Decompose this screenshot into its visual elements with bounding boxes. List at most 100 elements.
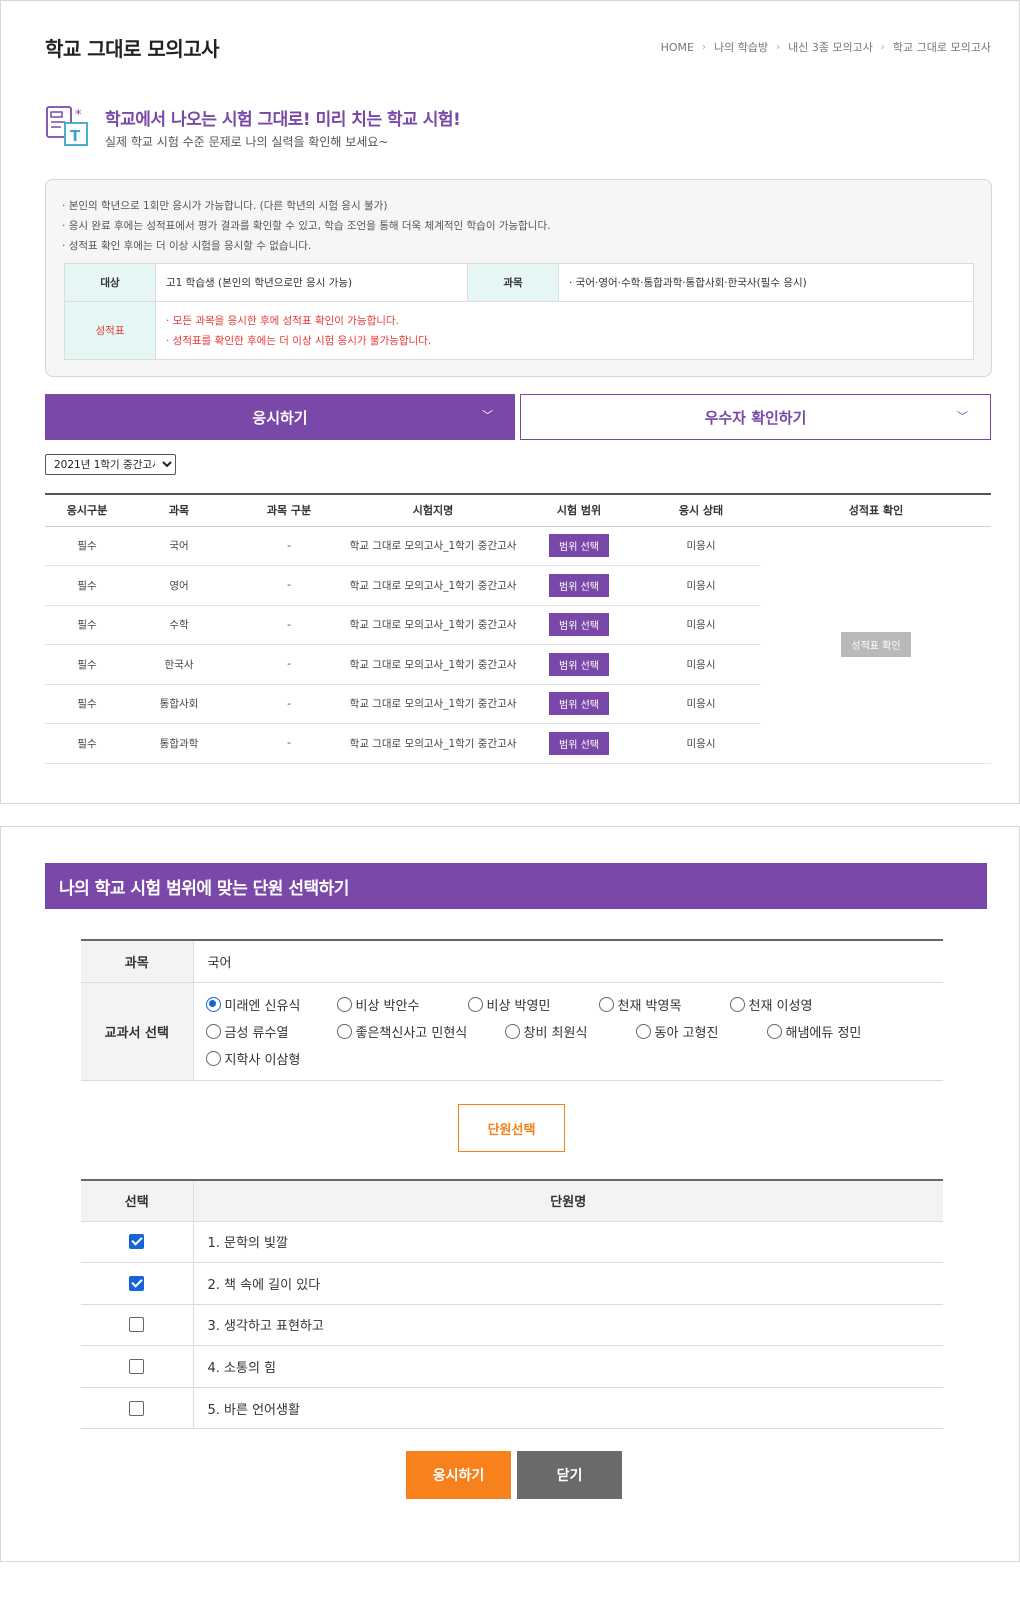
radio-button[interactable] [598,996,614,1012]
tab-winner[interactable]: 우수자 확인하기 ﹀ [520,394,991,440]
row-status: 미응시 [641,723,761,764]
textbook-option[interactable]: 천재 박영목 [598,995,730,1014]
textbook-option[interactable]: 천재 이성영 [729,995,861,1014]
unit-name: 2. 책 속에 길이 있다 [193,1262,943,1305]
row-range-cell: 범위 선택 [517,684,641,724]
unit-checkbox[interactable] [129,1359,145,1375]
radio-button[interactable] [729,996,745,1012]
tab-apply-label: 응시하기 [252,408,308,427]
textbook-options: 미래엔 신유식 비상 박안수 비상 박영민 천재 박영목 천재 이성영 금성 류… [193,982,943,1081]
unit-checkbox[interactable] [129,1234,145,1250]
info-table: 대상 고1 학습생 (본인의 학년으로만 응시 가능) 과목 · 국어·영어·수… [64,263,974,360]
col-category: 과목 구분 [229,493,349,527]
row-subject: 통합과학 [129,723,229,764]
textbook-option[interactable]: 금성 류수열 [205,1022,337,1041]
tab-apply[interactable]: 응시하기 ﹀ [45,394,515,440]
row-category: - [229,605,349,645]
range-select-button[interactable]: 범위 선택 [549,534,609,558]
range-select-button[interactable]: 범위 선택 [549,652,609,676]
textbook-option[interactable]: 해냄에듀 정민 [766,1022,898,1041]
unit-name: 3. 생각하고 표현하고 [193,1304,943,1347]
row-subject: 국어 [129,526,229,566]
textbook-option[interactable]: 미래엔 신유식 [205,995,337,1014]
row-exam-name: 학교 그대로 모의고사_1학기 중간고사 [349,684,517,724]
textbook-option-label: 금성 류수열 [224,1025,289,1041]
textbook-option-label: 비상 박안수 [355,998,420,1014]
notice-item: 응시 완료 후에는 성적표에서 평가 결과를 확인할 수 있고, 학습 조언을 … [62,216,551,236]
unit-checkbox[interactable] [129,1317,145,1333]
notice-list: 본인의 학년으로 1회만 응시가 가능합니다. (다른 학년의 시험 응시 불가… [62,196,551,256]
unit-checkbox[interactable] [129,1400,145,1416]
row-exam-name: 학교 그대로 모의고사_1학기 중간고사 [349,605,517,645]
row-category: - [229,644,349,685]
textbook-option-label: 미래엔 신유식 [224,998,301,1014]
textbook-option-label: 천재 이성영 [748,998,813,1014]
semester-select[interactable]: 2021년 1학기 중간고사 [45,454,176,475]
row-subject: 영어 [129,565,229,606]
radio-button[interactable] [205,1050,221,1066]
unit-select-panel: 나의 학교 시험 범위에 맞는 단원 선택하기 과목 국어 교과서 선택 미래엔… [0,826,1020,1562]
notice-item: 본인의 학년으로 1회만 응시가 가능합니다. (다른 학년의 시험 응시 불가… [62,196,550,216]
radio-button[interactable] [635,1023,651,1039]
report-check-button[interactable]: 성적표 확인 [841,632,911,657]
radio-button[interactable] [205,1023,221,1039]
breadcrumb: HOME › 나의 학습방 › 내신 3종 모의고사 › 학교 그대로 모의고사 [661,39,991,55]
row-category: - [229,526,349,566]
row-type: 필수 [45,684,129,724]
target-label: 대상 [64,263,156,302]
textbook-option-label: 동아 고형진 [654,1025,719,1041]
intro-section: T * 학교에서 나오는 시험 그대로! 미리 치는 학교 시험! 실제 학교 … [45,105,461,151]
report-cell: 성적표 확인 [761,526,991,764]
close-button[interactable]: 닫기 [517,1451,622,1499]
range-select-button[interactable]: 범위 선택 [549,573,609,597]
row-range-cell: 범위 선택 [517,605,641,645]
range-select-button[interactable]: 범위 선택 [549,692,609,716]
textbook-option[interactable]: 좋은책신사고 민현식 [336,1022,505,1041]
table-row: 2. 책 속에 길이 있다 [81,1262,943,1305]
col-unit-name: 단원명 [193,1179,943,1222]
table-row: 1. 문학의 빛깔 [81,1221,943,1264]
tab-winner-label: 우수자 확인하기 [704,408,807,427]
chevron-down-icon: ﹀ [957,410,968,423]
radio-button[interactable] [504,1023,520,1039]
row-exam-name: 학교 그대로 모의고사_1학기 중간고사 [349,565,517,606]
textbook-option[interactable]: 비상 박안수 [336,995,468,1014]
unit-select-cell [81,1221,194,1264]
row-subject: 수학 [129,605,229,645]
unit-select-cell [81,1345,194,1388]
chevron-right-icon: › [880,41,885,53]
chevron-right-icon: › [776,41,781,53]
apply-button[interactable]: 응시하기 [406,1451,511,1499]
unit-checkbox[interactable] [129,1275,145,1291]
radio-button[interactable] [336,996,352,1012]
radio-button[interactable] [336,1023,352,1039]
row-type: 필수 [45,644,129,685]
textbook-label: 교과서 선택 [81,982,194,1081]
breadcrumb-mock-exam[interactable]: 내신 3종 모의고사 [788,39,873,55]
range-select-button[interactable]: 범위 선택 [549,731,609,755]
textbook-option-label: 창비 최원식 [523,1025,588,1041]
unit-select-button[interactable]: 단원선택 [458,1104,565,1152]
textbook-option-label: 천재 박영목 [617,998,682,1014]
exam-table-header: 응시구분 과목 과목 구분 시험지명 시험 범위 응시 상태 성적표 확인 [45,493,991,527]
radio-button[interactable] [766,1023,782,1039]
textbook-option[interactable]: 비상 박영민 [467,995,599,1014]
textbook-option[interactable]: 창비 최원식 [504,1022,636,1041]
unit-panel-title: 나의 학교 시험 범위에 맞는 단원 선택하기 [45,863,987,909]
radio-button[interactable] [205,996,221,1012]
breadcrumb-my-study[interactable]: 나의 학습방 [714,39,768,55]
row-type: 필수 [45,605,129,645]
breadcrumb-home[interactable]: HOME [661,41,694,54]
page-title: 학교 그대로 모의고사 [45,37,220,61]
row-status: 미응시 [641,605,761,645]
row-range-cell: 범위 선택 [517,723,641,764]
breadcrumb-current[interactable]: 학교 그대로 모의고사 [893,39,991,55]
textbook-option[interactable]: 동아 고형진 [635,1022,767,1041]
notice-item: 성적표 확인 후에는 더 이상 시험을 응시할 수 없습니다. [62,236,550,256]
radio-button[interactable] [467,996,483,1012]
row-exam-name: 학교 그대로 모의고사_1학기 중간고사 [349,723,517,764]
textbook-option[interactable]: 지학사 이삼형 [205,1049,337,1068]
range-select-button[interactable]: 범위 선택 [549,613,609,637]
unit-table: 선택 단원명 1. 문학의 빛깔 2. 책 속에 길이 있다 3. 생각하고 표… [81,1179,943,1430]
textbook-table: 과목 국어 교과서 선택 미래엔 신유식 비상 박안수 비상 박영민 천재 박영… [81,939,943,1081]
